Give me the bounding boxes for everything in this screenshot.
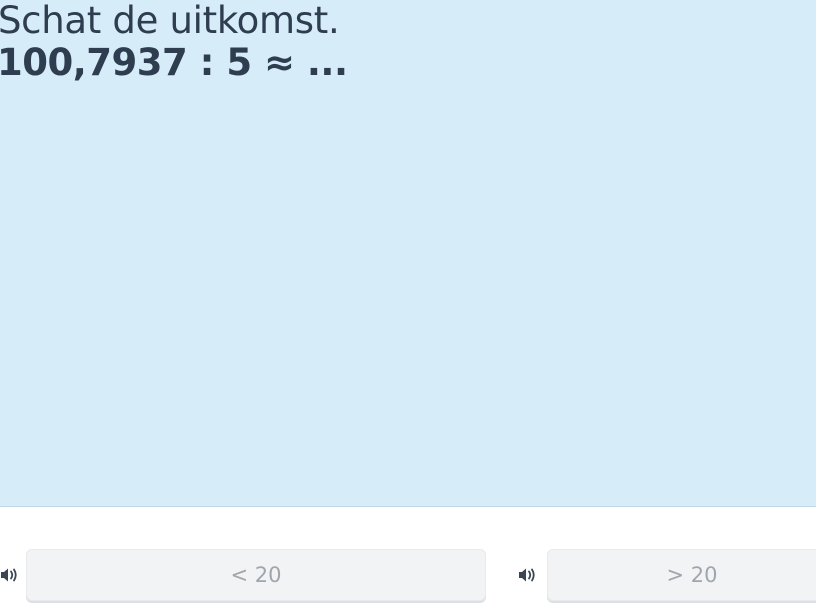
- answer-options: < 20 > 20: [0, 507, 816, 609]
- answer-option-greater-than-20[interactable]: > 20: [547, 549, 816, 601]
- speaker-icon[interactable]: [516, 564, 538, 586]
- speaker-icon[interactable]: [0, 564, 20, 586]
- question-expression: 100,7937 : 5 ≈ ...: [0, 41, 348, 84]
- answer-option-less-than-20[interactable]: < 20: [26, 549, 486, 601]
- question-panel: Schat de uitkomst. 100,7937 : 5 ≈ ...: [0, 0, 816, 507]
